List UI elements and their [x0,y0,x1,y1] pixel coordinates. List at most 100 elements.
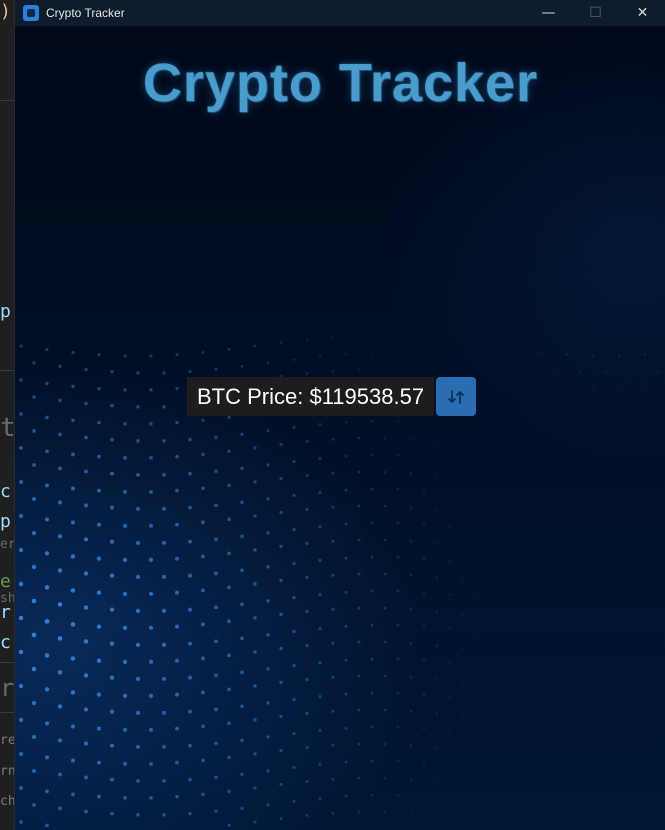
background-dot [331,811,335,815]
title-bar[interactable]: Crypto Tracker — ☐ ✕ [15,0,665,26]
background-dot [227,517,231,522]
background-dot [396,453,400,457]
background-dot [149,456,153,460]
background-dot [344,488,348,492]
background-dot [214,639,218,644]
background-dot [656,370,660,373]
background-dot [227,653,231,658]
background-dot [383,436,387,440]
background-dot [71,792,75,797]
background-dot [201,486,205,491]
background-dot [149,388,153,392]
minimize-button[interactable]: — [525,0,572,26]
background-dot [31,632,37,638]
background-dot [383,742,387,746]
background-dot [161,642,167,647]
background-dot [422,795,426,798]
background-dot [279,714,283,719]
background-dot [331,573,335,577]
background-dot [357,470,361,474]
background-dot [435,542,439,545]
background-dot [162,405,166,409]
background-dot [175,522,179,527]
background-dot [344,726,348,730]
background-dot [214,469,218,474]
background-dot [240,602,244,607]
background-dot [279,578,283,583]
background-dot [18,513,24,519]
background-dot [331,505,335,509]
background-dot [305,541,309,546]
background-dot [32,395,36,399]
background-dot [357,708,361,712]
background-dot [227,347,231,351]
background-dot [175,658,179,663]
background-dot [214,605,218,610]
background-dot [110,505,114,510]
background-dot [32,769,36,773]
background-dot [409,540,413,543]
background-dot [292,358,296,361]
background-dot [370,691,374,695]
background-dot [84,469,88,474]
background-dot [96,726,102,731]
background-dot [305,507,309,512]
background-dot [71,384,75,389]
refresh-button[interactable] [436,377,477,416]
background-dot [279,510,283,515]
background-dot [279,442,283,447]
background-dot [305,814,309,817]
background-dot [44,517,50,522]
maximize-button[interactable]: ☐ [572,0,619,26]
background-dot [383,538,387,542]
background-dot [227,619,231,624]
background-dot [266,735,270,739]
background-dot [266,667,270,671]
background-dot [70,622,76,627]
background-dot [174,624,180,629]
background-dot [526,365,530,368]
background-dot [96,556,102,561]
background-dot [240,772,244,777]
background-dot [266,531,270,535]
background-dot [70,690,76,695]
background-dot [474,630,478,633]
background-dot [201,554,205,559]
background-dot [71,758,75,763]
background-dot [331,336,335,339]
background-dot [149,727,153,732]
background-dot [266,429,270,433]
background-dot [409,778,413,781]
background-dot [188,777,192,782]
background-dot [422,557,426,560]
background-dot [31,666,37,672]
editor-text-fragment: e [0,571,11,592]
background-dot [396,725,400,729]
background-dot [292,493,296,498]
background-dot [604,405,608,409]
background-dot [279,816,283,821]
close-button[interactable]: ✕ [619,0,665,26]
background-dot [71,486,75,491]
background-dot [448,695,452,698]
background-dot [370,793,374,797]
background-dot [122,523,128,528]
background-dot [31,530,37,536]
refresh-icon [448,389,464,404]
background-dot [70,520,76,525]
background-dot [227,415,231,419]
background-dot [448,491,452,494]
background-dot [110,471,114,476]
background-dot [357,742,361,746]
background-dot [292,629,296,634]
background-dot [83,571,89,576]
background-dot [331,743,335,747]
background-dot [57,738,63,743]
background-dot [292,731,296,736]
background-dot [96,522,102,527]
background-dot [266,701,270,705]
background-dot [370,725,374,729]
background-dot [331,539,335,543]
background-dot [578,370,582,373]
background-dot [31,564,37,570]
